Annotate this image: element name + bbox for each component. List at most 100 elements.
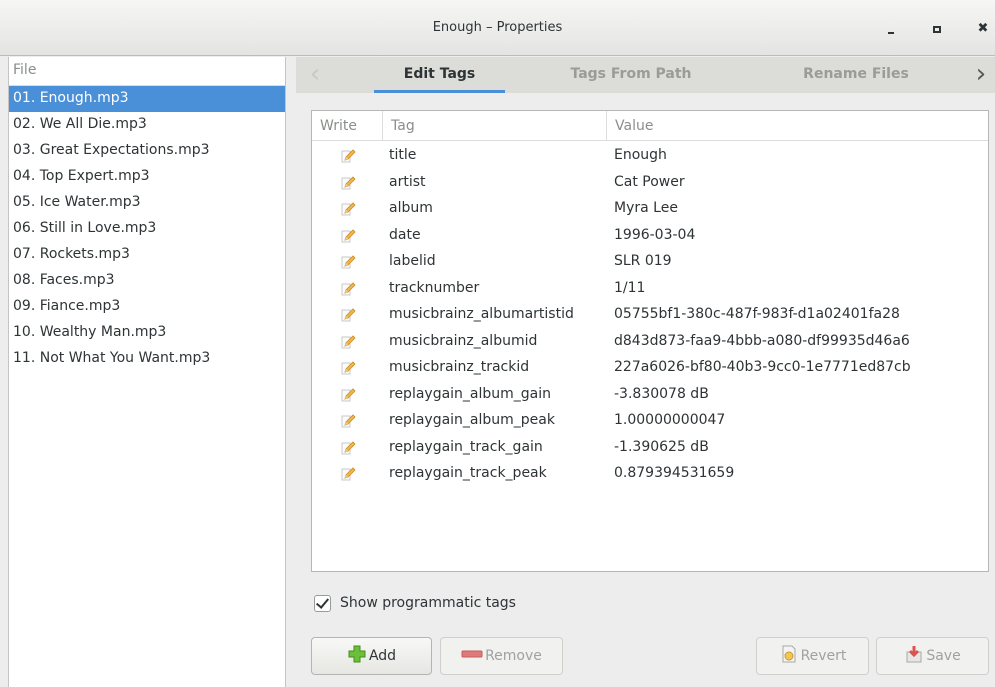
pencil-icon[interactable]	[340, 280, 356, 296]
tag-value-cell[interactable]: Myra Lee	[614, 195, 678, 221]
plus-icon	[347, 644, 367, 668]
show-programmatic-checkbox[interactable]	[314, 594, 331, 612]
pencil-icon[interactable]	[340, 174, 356, 190]
tag-value-cell[interactable]: d843d873-faa9-4bbb-a080-df99935d46a6	[614, 328, 910, 354]
add-button-label: Add	[368, 648, 397, 664]
table-row[interactable]: replaygain_track_gain -1.390625 dB	[312, 434, 988, 461]
save-icon	[904, 644, 924, 668]
tab-scroll-right-icon[interactable]: ›	[966, 57, 995, 93]
remove-button-label: Remove	[485, 648, 542, 664]
tab-edit-tags[interactable]: Edit Tags	[374, 57, 505, 93]
close-button[interactable]: ✖	[973, 19, 993, 39]
table-header: Write Tag Value	[312, 111, 988, 141]
show-programmatic-toggle[interactable]: Show programmatic tags	[314, 592, 516, 614]
tag-value-cell[interactable]: 1996-03-04	[614, 222, 695, 248]
tag-name-cell[interactable]: musicbrainz_albumid	[389, 328, 537, 354]
file-list-item[interactable]: 08. Faces.mp3	[9, 268, 285, 294]
minus-icon	[461, 648, 483, 664]
add-button[interactable]: Add	[311, 637, 432, 675]
tag-table: Write Tag Value title Enough artist Cat Pow…	[311, 110, 989, 572]
save-button[interactable]: Save	[876, 637, 989, 675]
maximize-icon	[933, 26, 941, 33]
tag-name-cell[interactable]: musicbrainz_albumartistid	[389, 301, 574, 327]
save-button-label: Save	[926, 648, 961, 664]
tag-name-cell[interactable]: album	[389, 195, 433, 221]
minimize-icon	[888, 31, 894, 34]
close-icon: ✖	[977, 21, 989, 36]
column-header-tag[interactable]: Tag	[383, 111, 607, 141]
table-row[interactable]: tracknumber 1/11	[312, 275, 988, 302]
tag-value-cell[interactable]: Enough	[614, 142, 667, 168]
column-header-value[interactable]: Value	[607, 111, 988, 141]
tag-value-cell[interactable]: 05755bf1-380c-487f-983f-d1a02401fa28	[614, 301, 900, 327]
show-programmatic-label: Show programmatic tags	[340, 595, 516, 611]
table-row[interactable]: replaygain_album_gain -3.830078 dB	[312, 381, 988, 408]
tag-name-cell[interactable]: musicbrainz_trackid	[389, 354, 529, 380]
tag-name-cell[interactable]: replaygain_track_gain	[389, 434, 543, 460]
table-row[interactable]: musicbrainz_trackid 227a6026-bf80-40b3-9c…	[312, 354, 988, 381]
table-row[interactable]: artist Cat Power	[312, 169, 988, 196]
pencil-icon[interactable]	[340, 333, 356, 349]
table-row[interactable]: date 1996-03-04	[312, 222, 988, 249]
maximize-button[interactable]	[927, 19, 947, 39]
pencil-icon[interactable]	[340, 306, 356, 322]
pencil-icon[interactable]	[340, 412, 356, 428]
tag-value-cell[interactable]: 0.879394531659	[614, 460, 734, 486]
tag-value-cell[interactable]: 1.00000000047	[614, 407, 725, 433]
file-list-item[interactable]: 04. Top Expert.mp3	[9, 164, 285, 190]
title-bar: Enough – Properties ✖	[0, 0, 995, 56]
tag-name-cell[interactable]: date	[389, 222, 421, 248]
table-body: title Enough artist Cat Power album Myra Lee d…	[312, 142, 988, 487]
revert-button[interactable]: Revert	[756, 637, 869, 675]
pencil-icon[interactable]	[340, 465, 356, 481]
tag-name-cell[interactable]: labelid	[389, 248, 436, 274]
file-column-header[interactable]: File	[9, 57, 285, 86]
tab-tags-from-path[interactable]: Tags From Path	[551, 57, 711, 93]
column-header-write[interactable]: Write	[312, 111, 383, 141]
file-list-item[interactable]: 11. Not What You Want.mp3	[9, 346, 285, 372]
table-row[interactable]: replaygain_album_peak 1.00000000047	[312, 407, 988, 434]
table-row[interactable]: album Myra Lee	[312, 195, 988, 222]
file-list-item[interactable]: 09. Fiance.mp3	[9, 294, 285, 320]
window-title: Enough – Properties	[432, 20, 563, 35]
file-list-item[interactable]: 06. Still in Love.mp3	[9, 216, 285, 242]
tag-name-cell[interactable]: title	[389, 142, 416, 168]
file-list-item[interactable]: 05. Ice Water.mp3	[9, 190, 285, 216]
pencil-icon[interactable]	[340, 439, 356, 455]
table-row[interactable]: musicbrainz_albumartistid 05755bf1-380c-4…	[312, 301, 988, 328]
pencil-icon[interactable]	[340, 386, 356, 402]
revert-icon	[779, 644, 799, 668]
table-row[interactable]: labelid SLR 019	[312, 248, 988, 275]
tab-rename-files[interactable]: Rename Files	[786, 57, 926, 93]
file-list-item[interactable]: 10. Wealthy Man.mp3	[9, 320, 285, 346]
file-list-item[interactable]: 03. Great Expectations.mp3	[9, 138, 285, 164]
table-row[interactable]: title Enough	[312, 142, 988, 169]
tag-value-cell[interactable]: 1/11	[614, 275, 645, 301]
revert-button-label: Revert	[800, 648, 847, 664]
tag-name-cell[interactable]: replaygain_album_gain	[389, 381, 551, 407]
pencil-icon[interactable]	[340, 147, 356, 163]
tag-value-cell[interactable]: -3.830078 dB	[614, 381, 709, 407]
tab-bar: ‹ Edit Tags Tags From Path Rename Files …	[296, 57, 995, 93]
tag-value-cell[interactable]: SLR 019	[614, 248, 672, 274]
file-list-item[interactable]: 07. Rockets.mp3	[9, 242, 285, 268]
tag-name-cell[interactable]: tracknumber	[389, 275, 479, 301]
tag-value-cell[interactable]: Cat Power	[614, 169, 685, 195]
tag-name-cell[interactable]: replaygain_album_peak	[389, 407, 555, 433]
pencil-icon[interactable]	[340, 200, 356, 216]
tag-value-cell[interactable]: -1.390625 dB	[614, 434, 709, 460]
file-list-item[interactable]: 01. Enough.mp3	[9, 86, 285, 112]
tag-value-cell[interactable]: 227a6026-bf80-40b3-9cc0-1e7771ed87cb	[614, 354, 911, 380]
pencil-icon[interactable]	[340, 227, 356, 243]
file-list: File 01. Enough.mp3 02. We All Die.mp3 03.…	[8, 57, 286, 687]
table-row[interactable]: replaygain_track_peak 0.879394531659	[312, 460, 988, 487]
pencil-icon[interactable]	[340, 253, 356, 269]
minimize-button[interactable]	[881, 19, 901, 39]
tag-name-cell[interactable]: replaygain_track_peak	[389, 460, 547, 486]
pencil-icon[interactable]	[340, 359, 356, 375]
table-row[interactable]: musicbrainz_albumid d843d873-faa9-4bbb-a0…	[312, 328, 988, 355]
remove-button[interactable]: Remove	[440, 637, 563, 675]
tag-name-cell[interactable]: artist	[389, 169, 426, 195]
tab-scroll-left-icon[interactable]: ‹	[300, 57, 330, 93]
file-list-item[interactable]: 02. We All Die.mp3	[9, 112, 285, 138]
